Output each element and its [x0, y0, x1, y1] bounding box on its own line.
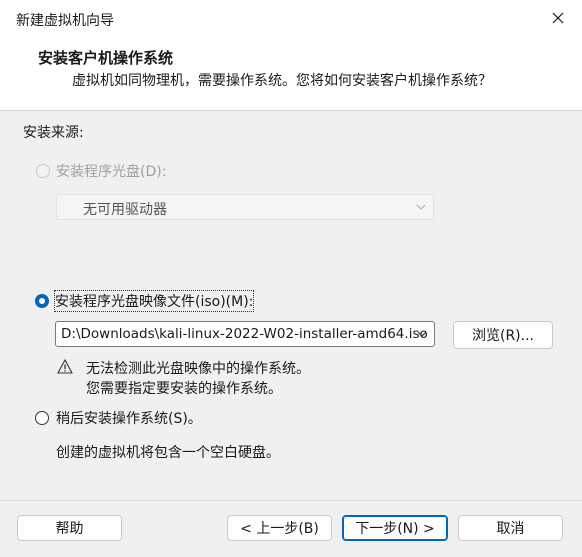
iso-option-label[interactable]: 安装程序光盘映像文件(iso)(M): [53, 290, 255, 312]
back-button[interactable]: < 上一步(B) [227, 515, 332, 541]
iso-path-value: D:\Downloads\kali-linux-2022-W02-install… [61, 326, 428, 342]
next-button[interactable]: 下一步(N) > [342, 515, 448, 541]
window-title: 新建虚拟机向导 [16, 13, 114, 29]
new-vm-wizard-dialog: 新建虚拟机向导 安装客户机操作系统 虚拟机如同物理机，需要操作系统。您将如何安装… [0, 0, 582, 557]
iso-radio[interactable] [35, 294, 49, 308]
warning-text-line2: 您需要指定要安装的操作系统。 [86, 381, 282, 397]
warning-triangle-icon [57, 359, 73, 374]
disc-radio[interactable] [36, 164, 50, 178]
page-subtitle: 虚拟机如同物理机，需要操作系统。您将如何安装客户机操作系统？ [72, 73, 492, 89]
disc-option-label: 安装程序光盘(D): [56, 164, 167, 180]
title-bar: 新建虚拟机向导 [0, 0, 582, 38]
chevron-down-icon [416, 204, 426, 210]
warning-text-line1: 无法检测此光盘映像中的操作系统。 [86, 361, 310, 377]
close-button[interactable] [548, 8, 568, 28]
cancel-button[interactable]: 取消 [458, 515, 563, 541]
wizard-header: 安装客户机操作系统 虚拟机如同物理机，需要操作系统。您将如何安装客户机操作系统？ [0, 38, 582, 111]
install-later-label[interactable]: 稍后安装操作系统(S)。 [56, 408, 202, 428]
close-icon [552, 12, 564, 24]
install-later-radio[interactable] [35, 411, 49, 425]
install-source-label: 安装来源: [23, 125, 84, 141]
install-later-description: 创建的虚拟机将包含一个空白硬盘。 [56, 445, 280, 461]
browse-button[interactable]: 浏览(R)... [453, 321, 553, 349]
disc-drive-value: 无可用驱动器 [83, 202, 167, 218]
chevron-down-icon [417, 331, 427, 337]
footer-divider [0, 500, 582, 501]
help-button[interactable]: 帮助 [17, 515, 122, 541]
page-title: 安装客户机操作系统 [38, 49, 174, 67]
iso-path-combobox[interactable]: D:\Downloads\kali-linux-2022-W02-install… [55, 321, 435, 347]
disc-drive-select[interactable]: 无可用驱动器 [56, 194, 434, 220]
